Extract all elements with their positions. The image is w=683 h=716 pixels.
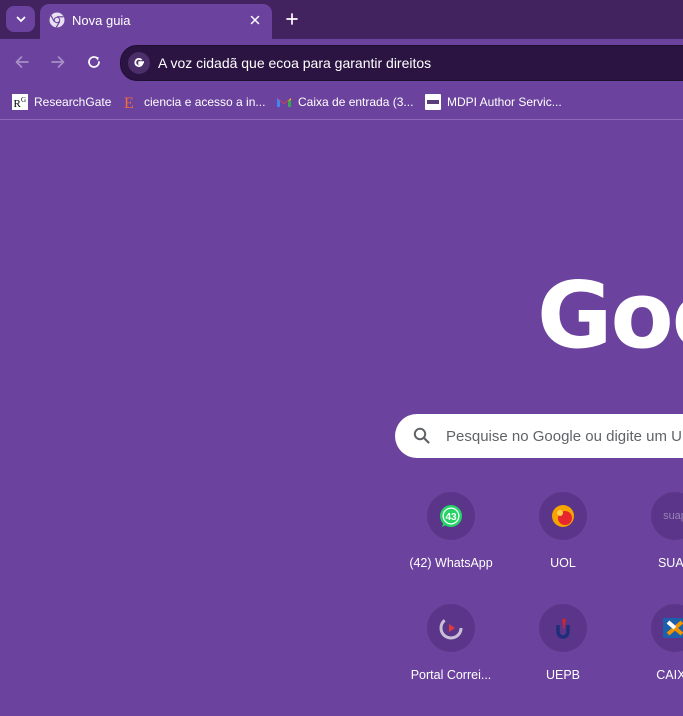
shortcut-label: SUAP (657, 556, 683, 570)
shortcut-label: UEPB (545, 668, 581, 682)
google-logo: Google (537, 262, 683, 369)
caixa-icon (651, 604, 683, 652)
shortcut-uepb[interactable]: UEPB (507, 604, 619, 704)
shortcut-label: CAIXA (656, 668, 683, 682)
suap-icon-text: suap (663, 510, 683, 522)
shortcut-suap[interactable]: suap SUAP (619, 492, 683, 592)
new-tab-content: Google Pesquise no Google ou digite um U… (0, 0, 683, 716)
whatsapp-icon: 43 (427, 492, 475, 540)
shortcut-label: (42) WhatsApp (409, 556, 493, 570)
whatsapp-badge: 43 (445, 512, 457, 523)
search-box[interactable]: Pesquise no Google ou digite um URL (395, 414, 683, 458)
shortcut-portal[interactable]: Portal Correi... (395, 604, 507, 704)
search-placeholder: Pesquise no Google ou digite um URL (446, 428, 683, 445)
uol-icon (539, 492, 587, 540)
shortcut-caixa[interactable]: CAIXA (619, 604, 683, 704)
shortcut-label: Portal Correi... (410, 668, 492, 682)
suap-icon: suap (651, 492, 683, 540)
uepb-icon (539, 604, 587, 652)
shortcut-label: UOL (550, 556, 576, 570)
shortcut-whatsapp[interactable]: 43 (42) WhatsApp (395, 492, 507, 592)
portal-icon (427, 604, 475, 652)
search-icon (413, 427, 430, 444)
shortcut-uol[interactable]: UOL (507, 492, 619, 592)
